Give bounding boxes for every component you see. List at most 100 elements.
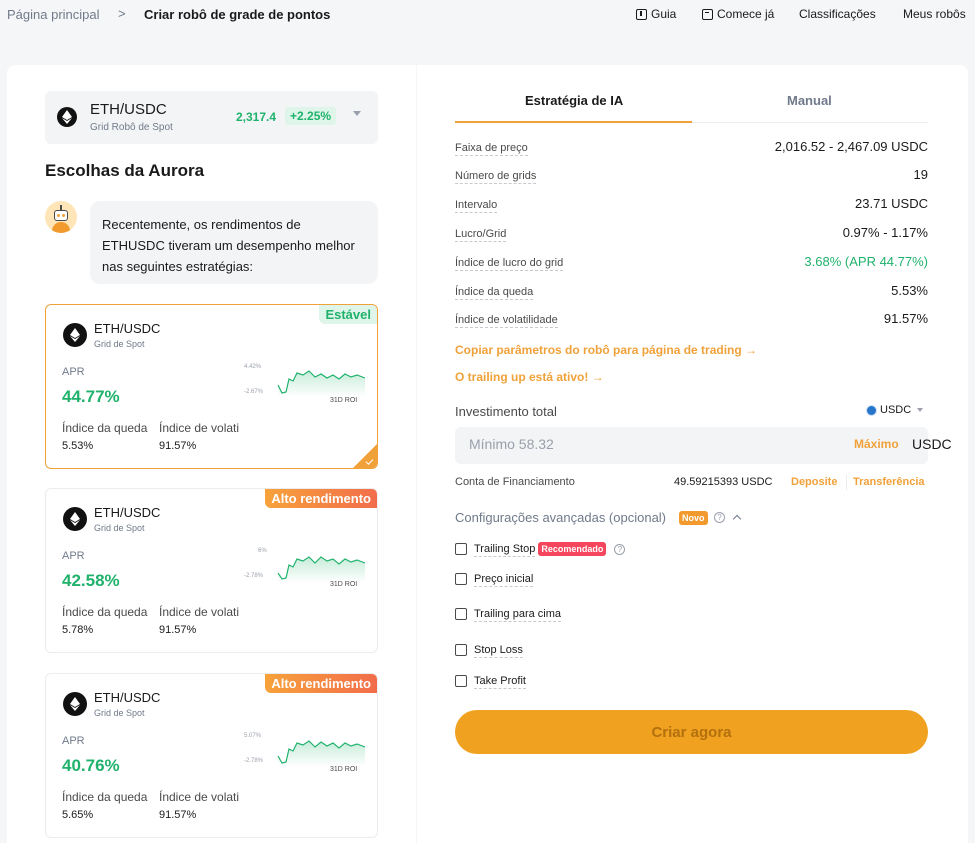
param-value: 3.68% (APR 44.77%) <box>804 254 928 269</box>
robot-avatar-icon <box>45 201 77 233</box>
param-value: 91.57% <box>883 311 928 326</box>
stop-loss-checkbox[interactable] <box>455 644 467 656</box>
right-panel: Estratégia de IA Manual Faixa de preço 2… <box>417 65 968 843</box>
card-apr-label: APR <box>62 366 85 378</box>
option-label: Trailing Stop <box>474 542 536 557</box>
investment-unit: USDC <box>912 436 952 452</box>
trailing-up-link[interactable]: O trailing up está ativo! → <box>455 370 604 384</box>
param-grid-count: Número de grids 19 <box>455 166 928 186</box>
param-label: Lucro/Grid <box>455 228 507 242</box>
strategy-card-2[interactable]: ETH/USDC Grid de Spot Alto rendimento AP… <box>45 488 378 653</box>
spark-roi-label: 31D ROI <box>330 581 358 588</box>
aurora-message: Recentemente, os rendimentos de ETHUSDC … <box>90 201 378 284</box>
option-label: Stop Loss <box>474 643 523 658</box>
chevron-up-icon[interactable] <box>732 514 742 524</box>
strategy-card-3[interactable]: ETH/USDC Grid de Spot Alto rendimento AP… <box>45 673 378 838</box>
nav-guide[interactable]: Guia <box>636 7 676 21</box>
help-icon[interactable]: ? <box>714 512 725 523</box>
param-label: Índice de volatilidade <box>455 314 558 328</box>
nav-start[interactable]: Comece já <box>702 7 774 21</box>
card-drawdown-value: 5.53% <box>62 440 94 452</box>
param-label: Faixa de preço <box>455 142 528 156</box>
card-volatility-label: Índice de volatilidade <box>159 605 239 619</box>
option-take-profit[interactable]: Take Profit <box>455 673 526 689</box>
param-price-range: Faixa de preço 2,016.52 - 2,467.09 USDC <box>455 138 928 158</box>
advanced-settings-toggle[interactable]: Configurações avançadas (opcional) <box>455 510 666 525</box>
spark-roi-label: 31D ROI <box>330 397 358 404</box>
usdc-icon <box>866 404 877 416</box>
param-value: 19 <box>913 167 928 182</box>
card-volatility-label: Índice de volatilidade <box>159 421 239 435</box>
option-trailing-up[interactable]: Trailing para cima <box>455 606 562 622</box>
active-tab-indicator <box>455 121 692 123</box>
nav-my-bots[interactable]: Meus robôs <box>903 7 966 21</box>
card-pair-name: ETH/USDC <box>94 505 161 520</box>
trailing-stop-checkbox[interactable] <box>455 543 467 555</box>
nav-start-label: Comece já <box>717 7 775 21</box>
left-panel: ETH/USDC Grid Robô de Spot 2,317.4 +2.25… <box>7 65 416 843</box>
tab-manual[interactable]: Manual <box>787 93 832 108</box>
tab-ai-strategy[interactable]: Estratégia de IA <box>525 93 623 108</box>
pair-subtitle: Grid Robô de Spot <box>90 122 173 133</box>
param-value: 5.53% <box>891 283 928 298</box>
option-label: Preço inicial <box>474 572 534 587</box>
eth-icon <box>57 107 77 127</box>
currency-label: USDC <box>880 404 912 416</box>
new-badge: Novo <box>679 511 708 525</box>
option-stop-loss[interactable]: Stop Loss <box>455 642 523 658</box>
take-profit-checkbox[interactable] <box>455 675 467 687</box>
pair-change: +2.25% <box>285 107 337 125</box>
option-initial-price[interactable]: Preço inicial <box>455 571 534 587</box>
breadcrumb-current: Criar robô de grade de pontos <box>144 7 331 22</box>
divider <box>846 474 847 490</box>
strategy-tabs: Estratégia de IA Manual <box>455 83 928 123</box>
card-volatility-value: 91.57% <box>159 440 197 452</box>
card-pair-name: ETH/USDC <box>94 690 161 705</box>
help-icon[interactable]: ? <box>614 543 626 555</box>
eth-icon <box>63 507 87 531</box>
card-volatility-value: 91.57% <box>159 624 197 636</box>
investment-input[interactable] <box>469 436 769 452</box>
card-subtitle: Grid de Spot <box>94 708 145 718</box>
deposit-link[interactable]: Deposite <box>791 476 837 488</box>
strategy-card-1[interactable]: ETH/USDC Grid de Spot Estável APR 44.77%… <box>45 304 378 469</box>
trailing-up-checkbox[interactable] <box>455 608 467 620</box>
investment-input-box: Máximo USDC <box>455 427 952 464</box>
card-drawdown-label: Índice da queda <box>62 421 148 435</box>
stable-badge: Estável <box>319 305 377 324</box>
card-pair-name: ETH/USDC <box>94 321 161 336</box>
recommended-badge: Recomendado <box>538 542 607 556</box>
breadcrumb-home[interactable]: Página principal <box>7 7 100 22</box>
param-volatility: Índice de volatilidade 91.57% <box>455 310 928 330</box>
spark-min-label: -2.78% <box>244 573 264 579</box>
spark-max-label: 4.42% <box>244 364 262 370</box>
currency-selector[interactable]: USDC <box>866 404 924 416</box>
high-yield-badge: Alto rendimento <box>265 674 377 693</box>
spark-max-label: 6% <box>258 548 267 554</box>
max-button[interactable]: Máximo <box>854 437 899 451</box>
card-volatility-value: 91.57% <box>159 809 197 821</box>
aurora-title: Escolhas da Aurora <box>45 161 205 180</box>
option-trailing-stop[interactable]: Trailing Stop Recomendado ? <box>455 541 626 557</box>
param-label: Intervalo <box>455 199 498 213</box>
card-drawdown-label: Índice da queda <box>62 790 148 804</box>
spark-min-label: -2.78% <box>244 758 264 764</box>
create-now-button[interactable]: Criar agora <box>455 710 928 754</box>
chevron-down-icon <box>353 111 361 116</box>
spark-min-label: -2.67% <box>244 389 264 395</box>
breadcrumb-separator: > <box>118 6 126 21</box>
spark-roi-label: 31D ROI <box>330 766 358 773</box>
pair-selector[interactable]: ETH/USDC Grid Robô de Spot 2,317.4 +2.25… <box>45 91 378 144</box>
initial-price-checkbox[interactable] <box>455 573 467 585</box>
funding-account-value: 49.59215393 USDC <box>674 476 773 488</box>
eth-icon <box>63 692 87 716</box>
card-subtitle: Grid de Spot <box>94 523 145 533</box>
card-apr-label: APR <box>62 550 85 562</box>
nav-rankings[interactable]: Classificações <box>799 7 876 21</box>
param-label: Número de grids <box>455 170 537 184</box>
pair-name: ETH/USDC <box>90 101 167 118</box>
nav-guide-label: Guia <box>651 7 677 21</box>
param-value: 2,016.52 - 2,467.09 USDC <box>774 139 928 154</box>
transfer-link[interactable]: Transferência <box>853 476 925 488</box>
copy-params-link[interactable]: Copiar parâmetros do robô para página de… <box>455 343 757 357</box>
